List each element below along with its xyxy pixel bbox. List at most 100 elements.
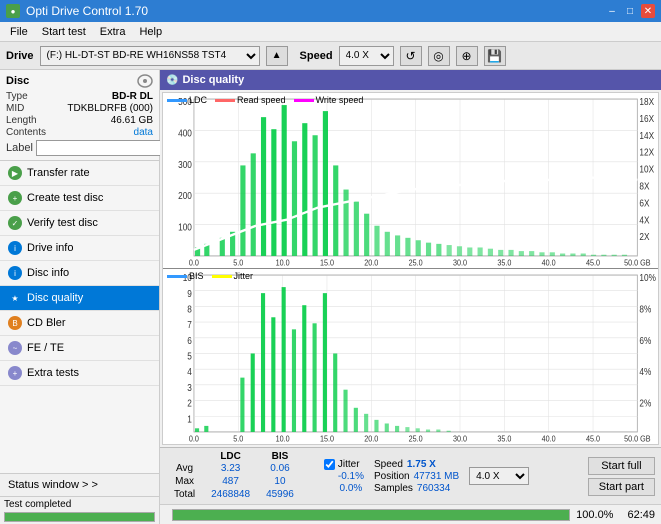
- minimize-button[interactable]: –: [605, 4, 619, 18]
- sidebar-item-transfer-rate[interactable]: ▶ Transfer rate: [0, 161, 159, 186]
- app-title: Opti Drive Control 1.70: [26, 4, 148, 18]
- svg-text:10%: 10%: [639, 272, 656, 283]
- toolbar-btn-2[interactable]: ◎: [428, 46, 450, 66]
- label-input[interactable]: [36, 140, 174, 156]
- disc-quality-label: Disc quality: [27, 292, 83, 304]
- menu-help[interactable]: Help: [133, 25, 168, 39]
- position-value: 47731 MB: [414, 471, 460, 482]
- sidebar: Disc Type BD-R DL MID TDKBLDRFB (000) Le…: [0, 70, 160, 524]
- save-button[interactable]: 💾: [484, 46, 506, 66]
- menu-extra[interactable]: Extra: [94, 25, 132, 39]
- type-value: BD-R DL: [112, 91, 153, 102]
- svg-text:7: 7: [187, 320, 192, 331]
- svg-text:5: 5: [187, 351, 192, 362]
- drive-bar: Drive (F:) HL-DT-ST BD-RE WH16NS58 TST4 …: [0, 42, 661, 70]
- svg-text:45.0: 45.0: [586, 258, 601, 268]
- legend-bis: BIS: [189, 271, 204, 281]
- fe-te-label: FE / TE: [27, 342, 64, 354]
- svg-text:1: 1: [187, 414, 192, 425]
- disc-info-icon: i: [8, 266, 22, 280]
- start-full-button[interactable]: Start full: [588, 457, 655, 475]
- svg-text:8: 8: [187, 304, 192, 315]
- sidebar-item-verify-test-disc[interactable]: ✓ Verify test disc: [0, 211, 159, 236]
- position-label: Position: [374, 471, 410, 482]
- speed-dropdown-wrapper: 4.0 X: [469, 467, 529, 485]
- svg-text:45.0: 45.0: [586, 434, 601, 444]
- svg-text:400: 400: [178, 128, 192, 139]
- disc-panel: Disc Type BD-R DL MID TDKBLDRFB (000) Le…: [0, 70, 159, 161]
- svg-text:0.0: 0.0: [189, 434, 200, 444]
- svg-text:18X: 18X: [639, 96, 654, 107]
- svg-text:5.0: 5.0: [233, 434, 244, 444]
- sidebar-item-cd-bler[interactable]: B CD Bler: [0, 311, 159, 336]
- start-part-button[interactable]: Start part: [588, 478, 655, 496]
- svg-text:50.0 GB: 50.0 GB: [624, 434, 650, 444]
- total-ldc: 2468848: [203, 488, 258, 501]
- jitter-checkbox[interactable]: [324, 459, 335, 470]
- sidebar-item-fe-te[interactable]: ~ FE / TE: [0, 336, 159, 361]
- refresh-button[interactable]: ↺: [400, 46, 422, 66]
- sidebar-item-create-test-disc[interactable]: + Create test disc: [0, 186, 159, 211]
- extra-tests-label: Extra tests: [27, 367, 79, 379]
- svg-text:30.0: 30.0: [453, 258, 468, 268]
- svg-text:20.0: 20.0: [364, 434, 379, 444]
- avg-jitter: -0.1%: [324, 471, 364, 482]
- drive-info-icon: i: [8, 241, 22, 255]
- time-display: 62:49: [627, 509, 655, 521]
- extra-tests-icon: +: [8, 366, 22, 380]
- verify-test-disc-icon: ✓: [8, 216, 22, 230]
- close-button[interactable]: ✕: [641, 4, 655, 18]
- disc-icon: [137, 74, 153, 88]
- type-label: Type: [6, 91, 28, 102]
- quality-title: Disc quality: [182, 74, 244, 86]
- speed-select[interactable]: 4.0 X: [339, 46, 394, 66]
- verify-test-disc-label: Verify test disc: [27, 217, 98, 229]
- title-bar: ● Opti Drive Control 1.70 – □ ✕: [0, 0, 661, 22]
- sidebar-item-disc-info[interactable]: i Disc info: [0, 261, 159, 286]
- status-window-button[interactable]: Status window > >: [0, 473, 159, 496]
- create-test-disc-label: Create test disc: [27, 192, 103, 204]
- label-label: Label: [6, 142, 33, 154]
- action-buttons: Start full Start part: [588, 457, 655, 496]
- length-value: 46.61 GB: [111, 115, 153, 126]
- chart2-legend: BIS Jitter: [167, 271, 253, 281]
- svg-text:6: 6: [187, 335, 192, 346]
- contents-label: Contents: [6, 127, 46, 138]
- fe-te-icon: ~: [8, 341, 22, 355]
- avg-label: Avg: [166, 462, 203, 475]
- legend-ldc: LDC: [189, 95, 207, 105]
- sidebar-item-disc-quality[interactable]: ★ Disc quality: [0, 286, 159, 311]
- menu-start-test[interactable]: Start test: [36, 25, 92, 39]
- menu-file[interactable]: File: [4, 25, 34, 39]
- main-area: Disc Type BD-R DL MID TDKBLDRFB (000) Le…: [0, 70, 661, 524]
- transfer-rate-label: Transfer rate: [27, 167, 90, 179]
- svg-text:35.0: 35.0: [497, 434, 512, 444]
- speed-dropdown-stat[interactable]: 4.0 X: [469, 467, 529, 485]
- drive-info-label: Drive info: [27, 242, 73, 254]
- legend-jitter: Jitter: [234, 271, 254, 281]
- svg-text:300: 300: [178, 159, 192, 170]
- maximize-button[interactable]: □: [623, 4, 637, 18]
- nav-items: ▶ Transfer rate + Create test disc ✓ Ver…: [0, 161, 159, 473]
- svg-text:10X: 10X: [639, 164, 654, 175]
- avg-speed: 1.75 X: [407, 459, 436, 470]
- disc-title: Disc: [6, 75, 29, 87]
- svg-text:25.0: 25.0: [409, 258, 424, 268]
- max-bis: 10: [258, 475, 302, 488]
- cd-bler-icon: B: [8, 316, 22, 330]
- ldc-chart: LDC Read speed Write speed: [163, 93, 658, 269]
- toolbar-btn-3[interactable]: ⊕: [456, 46, 478, 66]
- svg-text:12X: 12X: [639, 147, 654, 158]
- app-icon: ●: [6, 4, 20, 18]
- status-text: Test completed: [4, 499, 155, 510]
- svg-text:2: 2: [187, 398, 192, 409]
- sidebar-item-extra-tests[interactable]: + Extra tests: [0, 361, 159, 386]
- eject-button[interactable]: ▲: [266, 46, 288, 66]
- legend-write-speed: Write speed: [316, 95, 364, 105]
- stats-panel: LDC BIS Avg 3.23 0.06 Max 487 10 Total 2…: [160, 447, 661, 504]
- sidebar-item-drive-info[interactable]: i Drive info: [0, 236, 159, 261]
- svg-text:0.0: 0.0: [189, 258, 200, 268]
- chart1-svg: 500 400 300 200 100 18X 16X 14X 12X 10X …: [163, 93, 658, 268]
- drive-select[interactable]: (F:) HL-DT-ST BD-RE WH16NS58 TST4: [40, 46, 260, 66]
- create-test-disc-icon: +: [8, 191, 22, 205]
